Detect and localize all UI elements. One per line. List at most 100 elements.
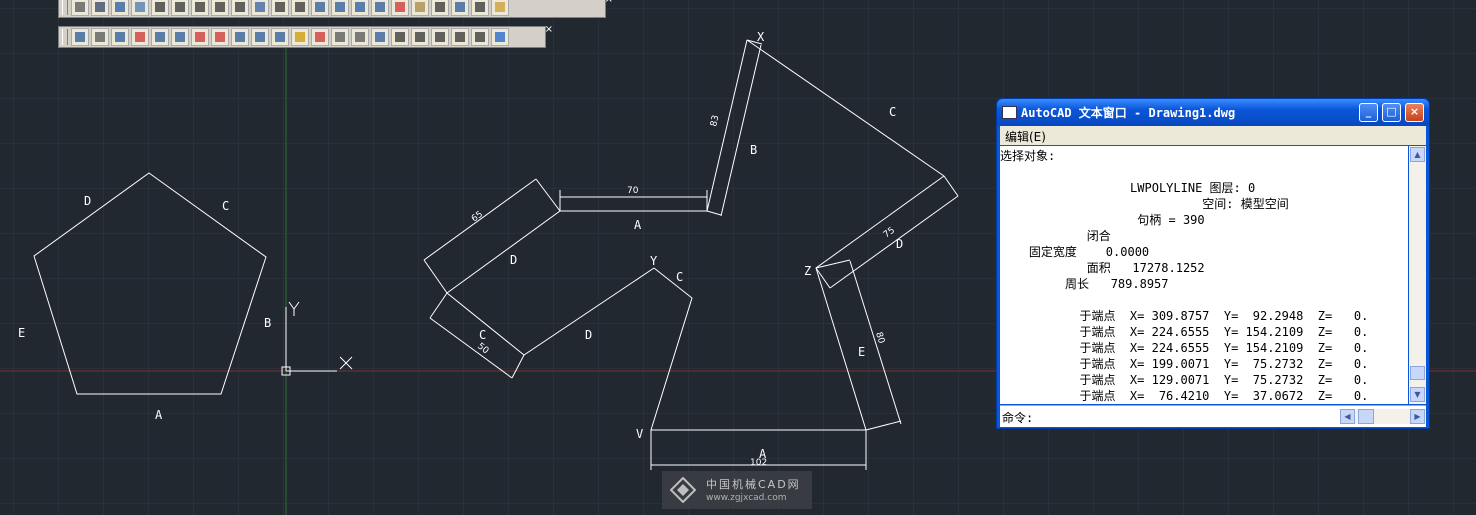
command-line[interactable]: 命令: ◀ ▶ bbox=[1000, 405, 1426, 427]
toolbar-button[interactable] bbox=[151, 0, 169, 16]
toolbar-button[interactable] bbox=[351, 0, 369, 16]
help-icon[interactable] bbox=[491, 28, 509, 46]
autocad-text-window: AutoCAD 文本窗口 - Drawing1.dwg _ □ × 编辑(E) … bbox=[996, 98, 1430, 429]
output-line: 固定宽度 0.0000 bbox=[1000, 245, 1150, 259]
toolbar-button[interactable] bbox=[151, 28, 169, 46]
output-line: 于端点 X= 224.6555 Y= 154.2109 Z= 0. bbox=[1000, 325, 1369, 339]
vertex-label-v: V bbox=[636, 427, 643, 441]
pentagon-label-d: D bbox=[84, 194, 91, 208]
output-line: 闭合 bbox=[1000, 229, 1111, 243]
output-line: 于端点 X= 76.4210 Y= 37.0672 Z= 0. bbox=[1000, 389, 1369, 403]
toolbar-button[interactable] bbox=[471, 28, 489, 46]
toolbar-button[interactable] bbox=[391, 0, 409, 16]
toolbar-button[interactable] bbox=[491, 0, 509, 16]
mid-label-c2: C bbox=[479, 328, 486, 342]
toolbar-button[interactable] bbox=[411, 0, 429, 16]
text-window-titlebar[interactable]: AutoCAD 文本窗口 - Drawing1.dwg _ □ × bbox=[997, 99, 1429, 126]
toolbar-button[interactable] bbox=[211, 28, 229, 46]
right-label-d: D bbox=[896, 237, 903, 251]
toolbar-button[interactable] bbox=[411, 28, 429, 46]
output-line: 句柄 = 390 bbox=[1000, 213, 1205, 227]
vertical-scrollbar[interactable]: ▲ ▼ bbox=[1409, 146, 1426, 404]
toolbar-button[interactable] bbox=[311, 28, 329, 46]
menu-edit[interactable]: 编辑(E) bbox=[1005, 128, 1046, 145]
toolbar-button[interactable] bbox=[371, 0, 389, 16]
toolbar-button[interactable] bbox=[291, 0, 309, 16]
toolbar-button[interactable] bbox=[131, 28, 149, 46]
toolbar-button[interactable] bbox=[431, 0, 449, 16]
toolbar-close-icon[interactable]: × bbox=[545, 24, 553, 35]
scroll-left-icon[interactable]: ◀ bbox=[1340, 409, 1355, 424]
toolbar-button[interactable] bbox=[231, 0, 249, 16]
scroll-thumb[interactable] bbox=[1410, 366, 1425, 380]
toolbar-button[interactable] bbox=[371, 28, 389, 46]
toolbar-button[interactable] bbox=[71, 28, 89, 46]
watermark-name: 中国机械CAD网 bbox=[706, 478, 801, 491]
toolbar-button[interactable] bbox=[331, 0, 349, 16]
toolbar-button[interactable] bbox=[211, 0, 229, 16]
toolbar-button[interactable] bbox=[271, 28, 289, 46]
output-line: 周长 789.8957 bbox=[1000, 277, 1169, 291]
output-line: 于端点 X= 129.0071 Y= 75.2732 Z= 0. bbox=[1000, 373, 1369, 387]
dim-text-102: 102 bbox=[750, 458, 767, 468]
toolbar-button[interactable] bbox=[451, 28, 469, 46]
toolbar-button[interactable] bbox=[351, 28, 369, 46]
scroll-up-icon[interactable]: ▲ bbox=[1410, 147, 1425, 162]
toolbar-button[interactable] bbox=[131, 0, 149, 16]
toolbar-button[interactable] bbox=[111, 0, 129, 16]
toolbar-button[interactable] bbox=[391, 28, 409, 46]
minimize-button[interactable]: _ bbox=[1359, 103, 1378, 122]
scroll-right-icon[interactable]: ▶ bbox=[1410, 409, 1425, 424]
pentagon-label-c: C bbox=[222, 199, 229, 213]
scroll-down-icon[interactable]: ▼ bbox=[1410, 387, 1425, 402]
toolbar-button[interactable] bbox=[191, 28, 209, 46]
toolbar-button[interactable] bbox=[111, 28, 129, 46]
toolbar-button[interactable] bbox=[431, 28, 449, 46]
vertex-label-x: X bbox=[757, 30, 765, 44]
toolbar-button[interactable] bbox=[91, 28, 109, 46]
toolbar-button[interactable] bbox=[291, 28, 309, 46]
mid-label-c: C bbox=[889, 105, 896, 119]
command-prompt: 命令: bbox=[1002, 411, 1034, 425]
toolbar-button[interactable] bbox=[91, 0, 109, 16]
scroll-thumb[interactable] bbox=[1358, 409, 1374, 424]
toolbar-button[interactable] bbox=[271, 0, 289, 16]
vertex-label-y: Y bbox=[650, 254, 658, 268]
toolbar-button[interactable] bbox=[171, 0, 189, 16]
toolbar-button[interactable] bbox=[251, 0, 269, 16]
mid-label-d: D bbox=[510, 253, 517, 267]
watermark-logo-icon bbox=[670, 477, 696, 503]
mid-label-a: A bbox=[634, 218, 642, 232]
horizontal-scrollbar[interactable]: ◀ ▶ bbox=[1340, 409, 1426, 424]
close-button[interactable]: × bbox=[1405, 103, 1424, 122]
mid-label-d2: D bbox=[585, 328, 592, 342]
output-line: 选择对象: bbox=[1000, 149, 1056, 163]
toolbar-button[interactable] bbox=[171, 28, 189, 46]
toolbar-button[interactable] bbox=[251, 28, 269, 46]
maximize-button[interactable]: □ bbox=[1382, 103, 1401, 122]
toolbar-button[interactable] bbox=[191, 0, 209, 16]
vertex-label-z: Z bbox=[804, 264, 811, 278]
toolbar-button[interactable] bbox=[311, 0, 329, 16]
text-window-menubar: 编辑(E) bbox=[1000, 126, 1426, 145]
toolbar-second: × bbox=[58, 24, 553, 48]
toolbar-grip[interactable] bbox=[62, 29, 68, 45]
toolbar-button[interactable] bbox=[471, 0, 489, 16]
text-window-title: AutoCAD 文本窗口 - Drawing1.dwg bbox=[1021, 106, 1236, 120]
output-line: 于端点 X= 199.0071 Y= 75.2732 Z= 0. bbox=[1000, 357, 1369, 371]
toolbar-close-icon[interactable]: × bbox=[605, 0, 613, 5]
toolbar-button[interactable] bbox=[331, 28, 349, 46]
output-line: 面积 17278.1252 bbox=[1000, 261, 1205, 275]
app-icon bbox=[1002, 106, 1017, 119]
mid-label-b: B bbox=[750, 143, 757, 157]
pentagon-label-e: E bbox=[18, 326, 25, 340]
toolbar-button[interactable] bbox=[71, 0, 89, 16]
text-window-output[interactable]: 选择对象: LWPOLYLINE 图层: 0 空间: 模型空间 句柄 = 390… bbox=[1000, 146, 1408, 404]
output-line: 于端点 X= 224.6555 Y= 154.2109 Z= 0. bbox=[1000, 341, 1369, 355]
toolbar-button[interactable] bbox=[231, 28, 249, 46]
toolbar-grip[interactable] bbox=[62, 0, 68, 15]
pentagon-label-b: B bbox=[264, 316, 271, 330]
toolbar-button[interactable] bbox=[451, 0, 469, 16]
right-label-c: C bbox=[676, 270, 683, 284]
output-line: 于端点 X= 309.8757 Y= 92.2948 Z= 0. bbox=[1000, 309, 1369, 323]
